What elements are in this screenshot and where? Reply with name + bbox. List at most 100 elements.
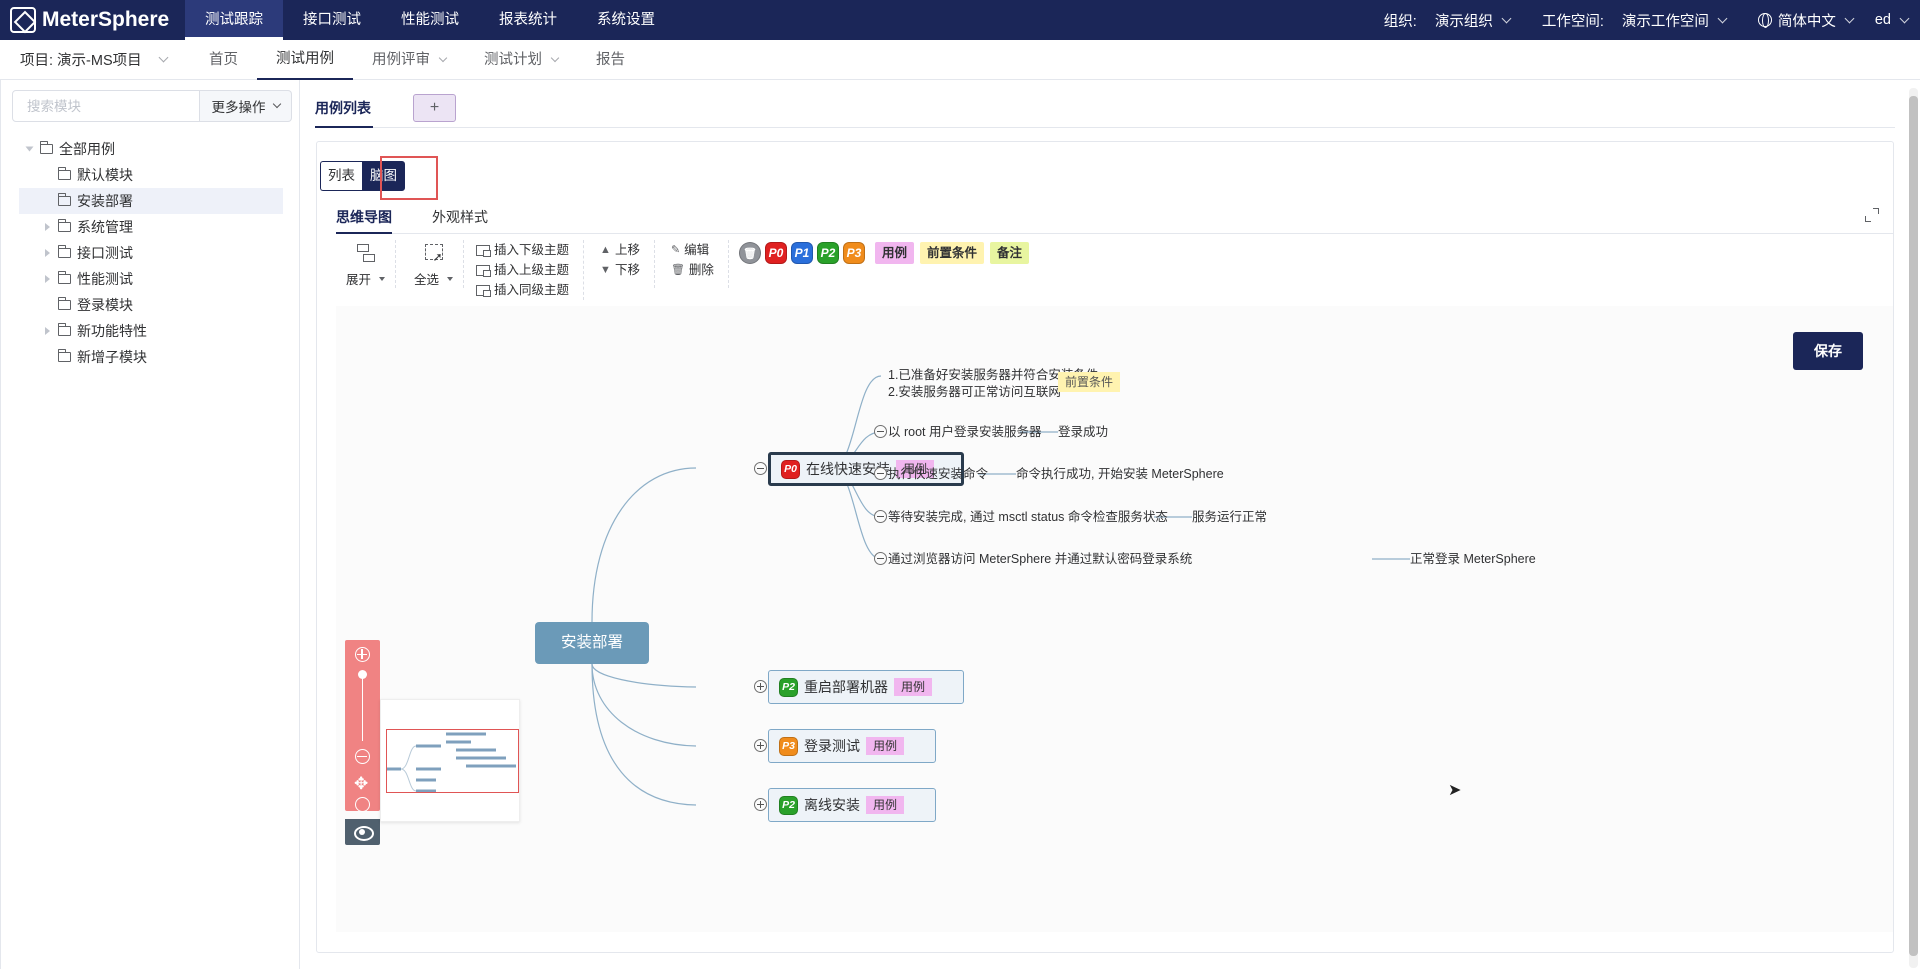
tab-case-list[interactable]: 用例列表 (315, 88, 373, 128)
save-button[interactable]: 保存 (1793, 332, 1863, 370)
app-logo[interactable]: MeterSphere (0, 7, 185, 33)
tree-node-new-submodule[interactable]: 新增子模块 (19, 344, 283, 370)
org-selector[interactable]: 组织: 演示组织 (1384, 10, 1512, 31)
delete-button[interactable]: 🗑 删除 (671, 260, 714, 280)
tree-node-all-cases[interactable]: 全部用例 (19, 136, 283, 162)
tree-node-install-deploy[interactable]: 安装部署 (19, 188, 283, 214)
tree-node-performance-test[interactable]: 性能测试 (19, 266, 283, 292)
step-text[interactable]: 通过浏览器访问 MeterSphere 并通过默认密码登录系统 (888, 551, 1192, 568)
mindmap-navigator[interactable] (380, 699, 520, 822)
zoom-slider-track[interactable] (362, 676, 363, 741)
subnav-case-review-label: 用例评审 (372, 51, 430, 68)
collapse-toggle-icon[interactable] (874, 425, 887, 438)
zoom-slider-knob[interactable] (358, 670, 367, 679)
tab-appearance[interactable]: 外观样式 (432, 200, 488, 234)
topnav-test-tracking[interactable]: 测试跟踪 (185, 0, 283, 40)
add-tab-button[interactable]: + (413, 93, 456, 122)
tree-node-label: 安装部署 (77, 193, 133, 209)
mindmap-case-node[interactable]: P3 登录测试 用例 (768, 729, 936, 763)
language-value: 简体中文 (1777, 13, 1836, 30)
priority-p1-button[interactable]: P1 (790, 242, 813, 264)
more-actions-button[interactable]: 更多操作 (200, 90, 292, 122)
scrollbar-thumb[interactable] (1909, 96, 1918, 956)
expand-toggle-icon[interactable] (754, 798, 767, 811)
top-nav: 测试跟踪 接口测试 性能测试 报表统计 系统设置 (185, 0, 675, 40)
tree-node-new-features[interactable]: 新功能特性 (19, 318, 283, 344)
priority-p2-button[interactable]: P2 (816, 242, 839, 264)
highlight-box (380, 156, 438, 200)
collapse-toggle-icon[interactable] (874, 510, 887, 523)
edit-button[interactable]: ✎ 编辑 (671, 240, 714, 260)
step-result[interactable]: 登录成功 (1058, 424, 1108, 441)
collapse-toggle-icon[interactable] (754, 462, 767, 475)
tree-node-default-module[interactable]: 默认模块 (19, 162, 283, 188)
tree-node-label: 默认模块 (77, 167, 133, 183)
case-tag: 用例 (866, 796, 905, 814)
module-search-input[interactable] (12, 90, 200, 122)
move-icon[interactable]: ✥ (354, 774, 368, 794)
tree-expand-icon[interactable] (25, 146, 34, 152)
tree-node-system-management[interactable]: 系统管理 (19, 214, 283, 240)
tree-expand-icon[interactable] (45, 275, 50, 283)
collapse-toggle-icon[interactable] (874, 467, 887, 480)
tree-expand-icon[interactable] (45, 327, 50, 335)
expand-tree-icon (355, 242, 377, 263)
edit-icon: ✎ (670, 244, 681, 256)
subnav-test-cases[interactable]: 测试用例 (257, 40, 353, 80)
mindmap-case-node[interactable]: P2 重启部署机器 用例 (768, 670, 964, 704)
subnav-report[interactable]: 报告 (577, 40, 644, 80)
expand-toggle-icon[interactable] (754, 739, 767, 752)
mindmap-connectors (591, 375, 1410, 806)
tree-expand-icon[interactable] (45, 249, 50, 257)
insert-child-button[interactable]: 插入下级主题 (476, 240, 569, 260)
step-text[interactable]: 以 root 用户登录安装服务器 (888, 424, 1042, 441)
folder-icon (58, 323, 71, 336)
user-menu[interactable]: ed (1875, 12, 1910, 28)
zoom-out-icon[interactable] (355, 749, 370, 764)
topnav-system-settings[interactable]: 系统设置 (577, 0, 675, 40)
subnav-case-review[interactable]: 用例评审 (353, 40, 465, 80)
tree-node-api-test[interactable]: 接口测试 (19, 240, 283, 266)
tree-node-login-module[interactable]: 登录模块 (19, 292, 283, 318)
zoom-in-icon[interactable] (355, 647, 370, 662)
locate-icon[interactable] (355, 797, 370, 812)
tag-precondition-button[interactable]: 前置条件 (919, 242, 984, 264)
page-scrollbar[interactable] (1909, 88, 1918, 968)
subnav-test-plan[interactable]: 测试计划 (465, 40, 577, 80)
step-result[interactable]: 正常登录 MeterSphere (1410, 551, 1536, 568)
insert-sibling-button[interactable]: 插入同级主题 (476, 280, 569, 300)
project-selector[interactable]: 项目: 演示-MS项目 (0, 49, 190, 70)
step-text[interactable]: 等待安装完成, 通过 msctl status 命令检查服务状态 (888, 509, 1168, 526)
fullscreen-icon[interactable] (1865, 208, 1879, 222)
mindmap-root-node[interactable]: 安装部署 (535, 622, 649, 664)
tab-mindmap[interactable]: 思维导图 (336, 200, 392, 234)
eye-icon[interactable] (345, 819, 380, 845)
priority-p0-button[interactable]: P0 (764, 242, 787, 264)
insert-parent-button[interactable]: 插入上级主题 (476, 260, 569, 280)
subnav-report-label: 报告 (596, 51, 625, 68)
tree-expand-icon[interactable] (45, 223, 50, 231)
language-selector[interactable]: 简体中文 (1757, 10, 1855, 31)
topnav-reports[interactable]: 报表统计 (479, 0, 577, 40)
move-up-button[interactable]: ▲ 上移 (600, 240, 640, 260)
tag-note-button[interactable]: 备注 (989, 242, 1029, 264)
remove-priority-icon[interactable]: 🗑 (738, 242, 761, 264)
step-result[interactable]: 命令执行成功, 开始安装 MeterSphere (1016, 466, 1224, 483)
priority-p3-button[interactable]: P3 (842, 242, 865, 264)
mindmap-case-node[interactable]: P2 离线安装 用例 (768, 788, 936, 822)
view-list-button[interactable]: 列表 (320, 161, 362, 191)
expand-button[interactable]: 展开 (336, 240, 397, 288)
navigator-viewport[interactable] (386, 729, 519, 793)
move-down-button[interactable]: ▼ 下移 (600, 260, 640, 280)
workspace-selector[interactable]: 工作空间: 演示工作空间 (1542, 10, 1728, 31)
collapse-toggle-icon[interactable] (874, 552, 887, 565)
step-result[interactable]: 服务运行正常 (1192, 509, 1267, 526)
subnav-home[interactable]: 首页 (190, 40, 257, 80)
select-all-button[interactable]: 全选 (396, 240, 465, 288)
topnav-performance-test[interactable]: 性能测试 (381, 0, 479, 40)
topnav-api-test[interactable]: 接口测试 (283, 0, 381, 40)
expand-toggle-icon[interactable] (754, 680, 767, 693)
tag-case-button[interactable]: 用例 (874, 242, 914, 264)
step-text[interactable]: 执行快速安装命令 (888, 466, 988, 483)
mindmap-canvas[interactable]: 保存 安装部署 P0 在线快速安装 用例 P2 重启部署机器 用例 P3 登录测… (336, 306, 1893, 932)
